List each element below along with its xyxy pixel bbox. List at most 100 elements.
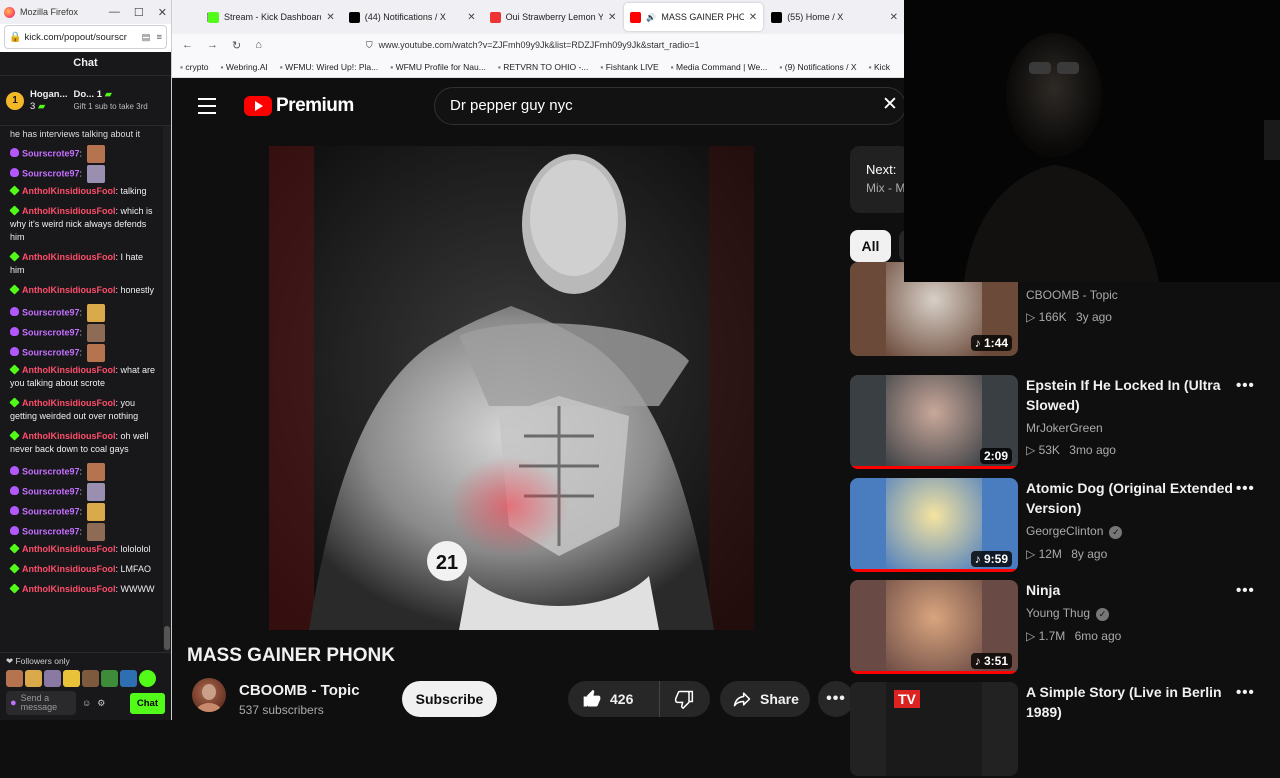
tab-close-icon[interactable]: ✕ <box>749 12 757 23</box>
recommendation-item[interactable]: 2:09 Epstein If He Locked In (Ultra Slowe… <box>850 375 1280 471</box>
recommendation-channel[interactable]: GeorgeClinton ✓ <box>1026 524 1236 539</box>
emote-picker-icon[interactable]: ☺ <box>82 698 91 708</box>
more-options-icon[interactable]: ••• <box>1236 377 1255 394</box>
recommendation-thumbnail[interactable]: 2:09 <box>850 375 1018 469</box>
chat-message-input[interactable]: ● Send a message <box>6 691 76 715</box>
chat-username[interactable]: AntholKinsidiousFool <box>22 544 116 554</box>
back-icon[interactable]: ← <box>182 39 193 51</box>
emote-icon[interactable] <box>120 670 137 687</box>
recommendation-item[interactable]: ♪ 3:51 Ninja Young Thug ✓ ▷ 1.7M 6mo ago ••• <box>850 580 1280 676</box>
leader-1-name[interactable]: Hogan... <box>30 89 67 101</box>
chat-username[interactable]: Sourscrote97 <box>22 327 80 337</box>
browser-tab[interactable]: 🔊 MASS GAINER PHONK - Yo ✕ <box>624 3 764 31</box>
more-options-icon[interactable]: ••• <box>1236 480 1255 497</box>
emote-icon[interactable] <box>6 670 23 687</box>
chat-username[interactable]: AntholKinsidiousFool <box>22 186 116 196</box>
chat-username[interactable]: Sourscrote97 <box>22 148 80 158</box>
browser-tab[interactable]: (55) Home / X ✕ <box>765 3 904 31</box>
gift-prompt[interactable]: Gift 1 sub to take 3rd <box>73 102 147 111</box>
clear-search-icon[interactable]: ✕ <box>882 95 898 114</box>
maximize-icon[interactable]: ☐ <box>134 6 144 19</box>
bookmark-item[interactable]: Webring.AI <box>221 62 268 72</box>
recommendation-item[interactable]: TV A Simple Story (Live in Berlin 1989) ••… <box>850 682 1280 778</box>
reader-icon[interactable]: ▤ <box>141 32 150 43</box>
emote-icon[interactable] <box>82 670 99 687</box>
browser-tab[interactable]: Oui Strawberry Lemon Yogurt R ✕ <box>484 3 623 31</box>
menu-icon[interactable]: ≡ <box>156 32 162 43</box>
chat-scrollbar[interactable] <box>163 126 171 652</box>
recommendation-title[interactable]: Atomic Dog (Original Extended Version) <box>1026 478 1236 518</box>
browser-tab[interactable]: (44) Notifications / X ✕ <box>343 3 482 31</box>
chat-username[interactable]: AntholKinsidiousFool <box>22 365 116 375</box>
audio-playing-icon[interactable]: 🔊 <box>646 13 656 22</box>
subscribe-button[interactable]: Subscribe <box>402 681 497 717</box>
chat-username[interactable]: Sourscrote97 <box>22 347 80 357</box>
chat-username[interactable]: AntholKinsidiousFool <box>22 564 116 574</box>
channel-name[interactable]: CBOOMB - Topic <box>239 682 360 699</box>
dislike-button[interactable] <box>660 689 694 709</box>
close-icon[interactable]: ✕ <box>158 6 167 19</box>
bookmark-item[interactable]: (9) Notifications / X <box>779 62 857 72</box>
chat-username[interactable]: AntholKinsidiousFool <box>22 584 116 594</box>
bookmark-item[interactable]: crypto <box>180 62 208 72</box>
channel-avatar[interactable] <box>192 678 226 712</box>
chip-all[interactable]: All <box>850 230 891 262</box>
video-player[interactable]: 21 <box>269 146 754 630</box>
emote-icon[interactable] <box>63 670 80 687</box>
bookmark-item[interactable]: WFMU: Wired Up!: Pla... <box>280 62 378 72</box>
chat-scroll-thumb[interactable] <box>164 626 170 650</box>
recommendation-channel[interactable]: MrJokerGreen <box>1026 421 1236 435</box>
minimize-icon[interactable]: — <box>109 6 120 19</box>
tab-close-icon[interactable]: ✕ <box>608 12 616 23</box>
more-actions-button[interactable]: ••• <box>818 681 854 717</box>
chat-username[interactable]: Sourscrote97 <box>22 168 80 178</box>
emote-icon[interactable] <box>25 670 42 687</box>
emote-icon[interactable] <box>44 670 61 687</box>
emote-icon[interactable] <box>139 670 156 687</box>
leader-2-name[interactable]: Do... <box>73 89 94 100</box>
chat-username[interactable]: Sourscrote97 <box>22 307 80 317</box>
emote-icon[interactable] <box>101 670 118 687</box>
settings-icon[interactable]: ⚙ <box>97 698 105 709</box>
recommendation-thumbnail[interactable]: ♪ 3:51 <box>850 580 1018 674</box>
youtube-logo[interactable]: Premium <box>244 95 354 117</box>
bookmark-item[interactable]: Fishtank LIVE <box>600 62 659 72</box>
chat-url-bar[interactable]: 🔒 kick.com/popout/sourscr ▤ ≡ <box>4 25 167 49</box>
bookmark-item[interactable]: Kick <box>869 62 890 72</box>
chat-username[interactable]: AntholKinsidiousFool <box>22 431 116 441</box>
tab-close-icon[interactable]: ✕ <box>326 12 334 23</box>
recommendation-title[interactable]: A Simple Story (Live in Berlin 1989) <box>1026 682 1236 722</box>
more-options-icon[interactable]: ••• <box>1236 684 1255 701</box>
share-button[interactable]: Share <box>720 681 810 717</box>
bookmark-item[interactable]: RETVRN TO OHIO -... <box>498 62 588 72</box>
bookmark-item[interactable]: WFMU Profile for Nau... <box>390 62 486 72</box>
chat-username[interactable]: Sourscrote97 <box>22 526 80 536</box>
recommendation-thumbnail[interactable]: ♪ 9:59 <box>850 478 1018 572</box>
recommendation-channel[interactable]: CBOOMB - Topic <box>1026 288 1236 302</box>
recommendation-item[interactable]: ♪ 9:59 Atomic Dog (Original Extended Vers… <box>850 478 1280 574</box>
hamburger-menu-icon[interactable] <box>198 98 216 119</box>
chat-username[interactable]: AntholKinsidiousFool <box>22 285 116 295</box>
recommendation-channel[interactable]: Young Thug ✓ <box>1026 606 1236 621</box>
recommendation-title[interactable]: Epstein If He Locked In (Ultra Slowed) <box>1026 375 1236 415</box>
bookmark-item[interactable]: Media Command | We... <box>671 62 767 72</box>
chat-username[interactable]: Sourscrote97 <box>22 486 80 496</box>
search-input[interactable]: Dr pepper guy nyc <box>434 87 904 125</box>
address-bar[interactable]: ⛉ www.youtube.com/watch?v=ZJFmh09y9Jk&li… <box>366 40 700 51</box>
forward-icon[interactable]: → <box>207 39 218 51</box>
chat-username[interactable]: Sourscrote97 <box>22 466 80 476</box>
home-icon[interactable]: ⌂ <box>255 39 262 51</box>
recommendation-title[interactable]: Ninja <box>1026 580 1236 600</box>
chat-username[interactable]: AntholKinsidiousFool <box>22 252 116 262</box>
more-options-icon[interactable]: ••• <box>1236 582 1255 599</box>
up-next-card[interactable]: Next: Mix - M <box>850 146 904 213</box>
chat-username[interactable]: Sourscrote97 <box>22 506 80 516</box>
browser-tab[interactable]: Stream - Kick Dashboard ✕ <box>202 3 341 31</box>
reload-icon[interactable]: ↻ <box>232 39 241 52</box>
recommendation-thumbnail[interactable]: TV <box>850 682 1018 776</box>
chat-username[interactable]: AntholKinsidiousFool <box>22 206 116 216</box>
chat-username[interactable]: AntholKinsidiousFool <box>22 398 116 408</box>
tab-close-icon[interactable]: ✕ <box>890 12 898 23</box>
chat-send-button[interactable]: Chat <box>129 692 165 714</box>
tab-close-icon[interactable]: ✕ <box>467 12 475 23</box>
